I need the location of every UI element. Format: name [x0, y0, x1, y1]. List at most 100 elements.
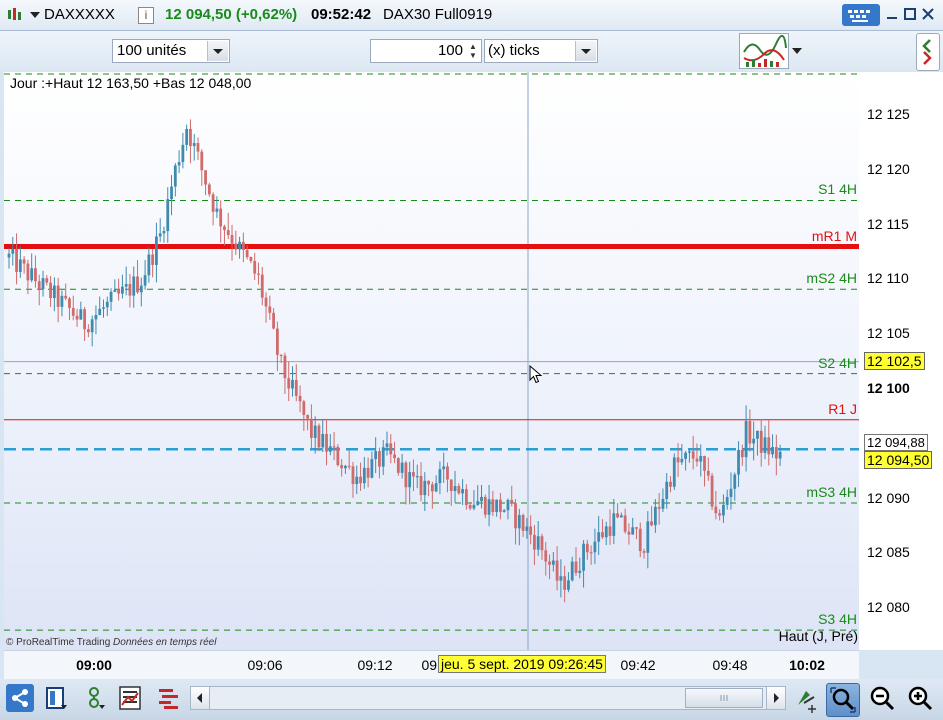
price-tick-label: 12 105	[867, 325, 910, 342]
candle-body	[90, 319, 94, 333]
zoom-in-icon[interactable]	[906, 685, 934, 713]
candle-body	[676, 457, 680, 463]
ticks-unit-value: (x) ticks	[488, 42, 540, 59]
maximize-icon[interactable]	[904, 8, 916, 20]
chevron-down-icon[interactable]	[792, 48, 802, 54]
portfolio-icon[interactable]	[156, 685, 182, 711]
candle-body	[638, 528, 642, 552]
candle-body	[480, 496, 483, 502]
time-axis[interactable]: 09:0009:0609:1209:1809:3609:4209:4810:02…	[4, 650, 859, 679]
cursor-time-label: jeu. 5 sept. 2019 09:26:45	[438, 655, 606, 673]
scroll-thumb[interactable]	[685, 688, 763, 708]
candle-body	[52, 285, 56, 299]
side-panel-toggle-icon[interactable]	[916, 33, 940, 71]
level-label-3: S2 4H	[818, 354, 857, 371]
price-chart[interactable]: Jour :+Haut 12 163,50 +Bas 12 048,00 S1 …	[4, 72, 859, 650]
drawing-tools-icon[interactable]	[82, 685, 108, 711]
chevron-down-icon[interactable]	[575, 41, 596, 61]
candle-body	[733, 474, 737, 489]
candle-body	[706, 470, 710, 476]
order-list-icon[interactable]	[118, 685, 142, 711]
candle-body	[453, 486, 457, 492]
candle-body	[317, 425, 321, 448]
minimize-icon[interactable]	[886, 8, 898, 20]
ticks-unit-select[interactable]: (x) ticks	[484, 39, 598, 63]
spin-buttons[interactable]: ▲ ▼	[467, 42, 479, 60]
candle-body	[585, 543, 589, 553]
candle-body	[22, 259, 26, 264]
price-tick-label: 12 120	[867, 160, 910, 177]
candle-body	[56, 285, 60, 307]
candle-body	[279, 354, 283, 356]
cursor-price-label: 12 102,5	[864, 352, 925, 370]
candle-body	[514, 503, 517, 529]
candle-body	[268, 306, 272, 313]
candle-body	[567, 580, 570, 590]
candle-body	[419, 475, 423, 496]
candle-body	[457, 486, 461, 494]
candle-body	[446, 466, 449, 480]
keyboard-icon[interactable]	[842, 4, 880, 26]
zoom-area-icon[interactable]	[826, 683, 860, 717]
horizontal-scrollbar[interactable]	[190, 686, 786, 710]
candle-body	[472, 504, 476, 509]
candle-body	[249, 257, 253, 261]
candle-body	[718, 513, 722, 516]
candle-body	[370, 459, 374, 478]
indicators-icon[interactable]	[739, 33, 789, 69]
candle-body	[230, 235, 234, 244]
copyright-text: © ProRealTime Trading Données en temps r…	[6, 637, 216, 648]
candle-body	[631, 527, 635, 535]
candle-body	[68, 298, 71, 308]
candle-body	[109, 291, 113, 302]
candle-body	[18, 259, 22, 272]
candle-body	[756, 430, 759, 439]
chevron-down-icon[interactable]	[207, 41, 228, 61]
candle-body	[551, 560, 555, 565]
ticks-value-input[interactable]: 100 ▲ ▼	[370, 39, 482, 63]
price-change: 12 094,50 (+0,62%)	[165, 6, 298, 23]
zoom-out-icon[interactable]	[868, 685, 896, 713]
price-axis[interactable]: 12 125 12 120 12 115 12 110 12 105 12 100 12 0…	[859, 72, 943, 650]
candle-body	[325, 433, 328, 452]
chart-info-text: Jour :+Haut 12 163,50 +Bas 12 048,00	[10, 75, 252, 91]
time-tick-label: 09:12	[357, 657, 393, 673]
candle-body	[646, 521, 650, 553]
candle-body	[219, 208, 223, 227]
pin-scroll-icon[interactable]	[794, 685, 818, 713]
candle-body	[105, 301, 109, 308]
scroll-right-button[interactable]	[766, 687, 785, 709]
candle-body	[502, 510, 506, 512]
candle-body	[423, 480, 427, 496]
candle-body	[340, 465, 344, 469]
candle-body	[11, 248, 15, 254]
candle-body	[495, 499, 499, 513]
candle-body	[328, 446, 332, 452]
candle-body	[744, 421, 748, 458]
candle-body	[241, 241, 245, 251]
candle-body	[778, 451, 782, 459]
symbol-name[interactable]: DAXXXXX	[44, 6, 115, 23]
candle-body	[740, 449, 744, 458]
scroll-left-button[interactable]	[191, 687, 210, 709]
units-select[interactable]: 100 unités	[112, 39, 230, 63]
candle-body	[536, 536, 540, 550]
candle-body	[653, 506, 657, 526]
chart-candles-icon[interactable]	[6, 7, 22, 23]
candle-body	[37, 281, 41, 290]
share-icon[interactable]	[6, 684, 34, 712]
candlestick-plot[interactable]	[4, 72, 859, 650]
candle-body	[672, 457, 676, 487]
chevron-down-icon[interactable]	[30, 12, 40, 18]
layout-icon[interactable]	[44, 685, 70, 711]
candle-body	[185, 128, 189, 145]
candle-body	[211, 194, 215, 212]
candle-body	[389, 443, 393, 455]
info-icon[interactable]: i	[138, 7, 154, 24]
candle-body	[238, 241, 241, 250]
candle-body	[359, 476, 362, 484]
candle-body	[483, 496, 487, 515]
close-icon[interactable]	[922, 8, 934, 20]
candle-body	[434, 483, 438, 492]
candle-body	[461, 489, 464, 494]
